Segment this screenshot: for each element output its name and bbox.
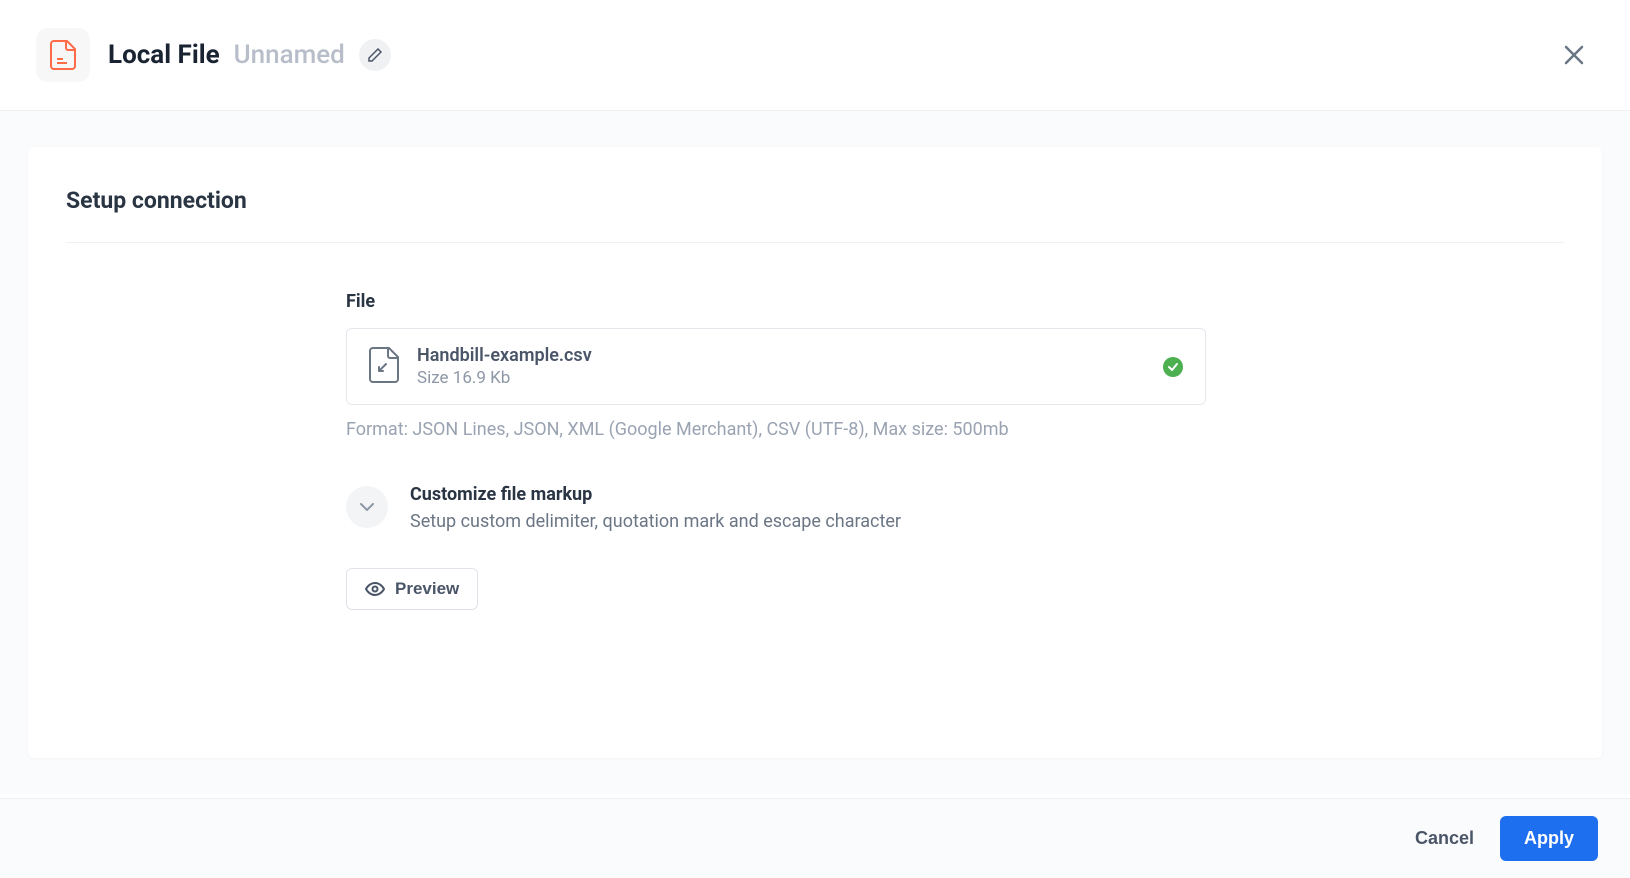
customize-title: Customize file markup [410,484,1206,505]
divider [66,242,1564,243]
format-hint: Format: JSON Lines, JSON, XML (Google Me… [346,419,1206,440]
preview-button-label: Preview [395,579,459,599]
content-inner: File Handbill-example.csv Size 16.9 Kb [346,291,1206,610]
customize-text-group: Customize file markup Setup custom delim… [410,484,1206,532]
customize-description: Setup custom delimiter, quotation mark a… [410,511,1206,532]
preview-button[interactable]: Preview [346,568,478,610]
eye-icon [365,582,385,596]
file-input-box[interactable]: Handbill-example.csv Size 16.9 Kb [346,328,1206,405]
setup-card: Setup connection File Handbill-example.c… [28,147,1602,758]
edit-title-button[interactable] [359,39,391,71]
close-button[interactable] [1554,35,1594,75]
close-icon [1563,44,1585,66]
page-title: Local File [108,40,220,70]
page-subtitle: Unnamed [234,40,345,70]
apply-button[interactable]: Apply [1500,816,1598,861]
header: Local File Unnamed [0,0,1630,111]
chevron-down-icon [360,503,374,511]
file-name: Handbill-example.csv [417,345,1145,366]
title-group: Local File Unnamed [108,39,391,71]
section-title: Setup connection [66,187,1564,214]
expand-customize-button[interactable] [346,486,388,528]
cancel-button[interactable]: Cancel [1415,828,1474,849]
file-box-text: Handbill-example.csv Size 16.9 Kb [417,345,1145,388]
check-icon [1163,357,1183,377]
file-icon [50,40,76,70]
header-left-group: Local File Unnamed [36,28,391,82]
body-area: Setup connection File Handbill-example.c… [0,111,1630,794]
footer: Cancel Apply [0,798,1630,878]
file-size: Size 16.9 Kb [417,368,1145,388]
local-file-logo [36,28,90,82]
pencil-icon [368,48,382,62]
file-doc-icon [369,347,399,387]
file-field-label: File [346,291,1206,312]
customize-row: Customize file markup Setup custom delim… [346,484,1206,532]
